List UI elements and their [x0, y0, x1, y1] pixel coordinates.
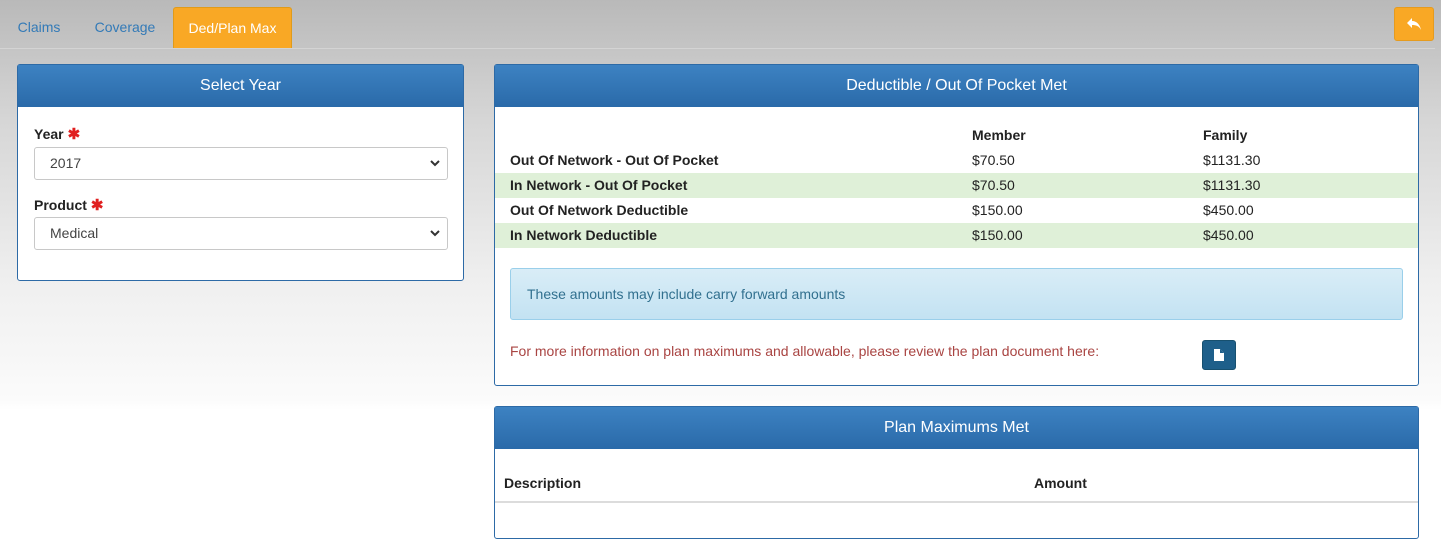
plan-maximums-title: Plan Maximums Met [495, 407, 1418, 449]
chevron-down-icon [430, 160, 440, 167]
carry-forward-info: These amounts may include carry forward … [510, 268, 1403, 320]
table-row: Out Of Network Deductible $150.00 $450.0… [510, 202, 1254, 218]
plan-document-note: For more information on plan maximums an… [510, 343, 1100, 359]
col-description: Description [504, 475, 582, 491]
tab-coverage[interactable]: Coverage [84, 7, 166, 48]
product-select[interactable]: Medical [34, 217, 448, 250]
table-row: In Network - Out Of Pocket $70.50 $1131.… [495, 173, 1418, 198]
chevron-down-icon [430, 230, 440, 237]
plan-maximums-panel: Plan Maximums Met Description Amount [494, 406, 1419, 539]
table-row: In Network Deductible $150.00 $450.00 [495, 223, 1418, 248]
back-button[interactable] [1394, 7, 1434, 41]
select-year-panel: Select Year Year ✱ 2017 Product ✱ Medical [17, 64, 464, 281]
select-year-title: Select Year [18, 65, 463, 107]
year-select[interactable]: 2017 [34, 147, 448, 180]
asterisk-icon: ✱ [90, 197, 104, 214]
col-amount: Amount [1034, 475, 1087, 491]
col-member: Member [972, 127, 1026, 143]
tab-ded-plan-max[interactable]: Ded/Plan Max [173, 7, 292, 48]
plan-maximums-header: Description Amount [495, 475, 1418, 503]
table-row: Out Of Network - Out Of Pocket $70.50 $1… [510, 152, 1261, 168]
tab-claims[interactable]: Claims [4, 7, 74, 48]
year-label: Year ✱ [34, 126, 81, 143]
asterisk-icon: ✱ [67, 126, 81, 143]
deductible-panel: Deductible / Out Of Pocket Met Member Fa… [494, 64, 1419, 386]
reply-arrow-icon [1407, 18, 1421, 30]
col-family: Family [1203, 127, 1248, 143]
product-label: Product ✱ [34, 197, 104, 214]
deductible-title: Deductible / Out Of Pocket Met [495, 65, 1418, 107]
plan-document-button[interactable] [1202, 340, 1236, 370]
file-icon [1214, 349, 1224, 361]
table-header: Member Family [495, 123, 1418, 148]
tab-bar: Claims Coverage Ded/Plan Max [0, 0, 1435, 49]
